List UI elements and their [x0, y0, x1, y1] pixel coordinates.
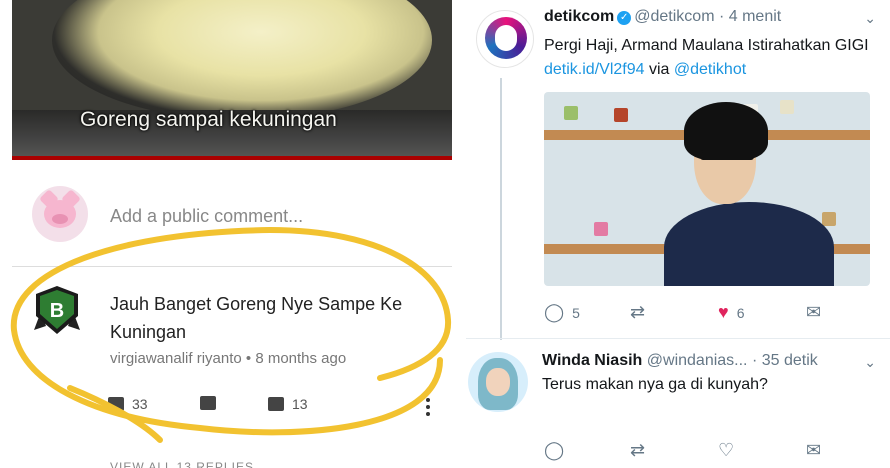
retweet-button[interactable]: ⇄	[630, 440, 645, 461]
comment-bubble-icon: ◯	[544, 440, 565, 460]
reply-count: 13	[292, 396, 308, 412]
comment-actions: 33 13	[108, 396, 438, 420]
chevron-down-icon[interactable]: ⌄	[864, 10, 876, 27]
tweet-image[interactable]	[544, 92, 870, 286]
verified-badge-icon: ✓	[617, 11, 632, 25]
view-replies-link[interactable]: VIEW ALL 13 REPLIES	[110, 460, 254, 468]
detikcom-avatar[interactable]	[476, 10, 534, 68]
like-comment-button[interactable]: 33	[108, 396, 148, 412]
more-vertical-icon[interactable]	[426, 398, 430, 416]
reply-author-handle[interactable]: @windanias...	[647, 352, 748, 369]
divider	[466, 338, 890, 339]
panel-separator	[452, 0, 466, 468]
reply-actions: ◯ ⇄ ♡ ✉	[544, 440, 874, 462]
tweet-main-text: Pergi Haji, Armand Maulana Istirahatkan …	[544, 37, 869, 54]
retweet-icon: ⇄	[630, 302, 646, 322]
comment-meta: virgiawanalif riyanto • 8 months ago	[110, 350, 347, 367]
tweet-text: Pergi Haji, Armand Maulana Istirahatkan …	[544, 34, 874, 82]
thumbs-up-icon	[108, 397, 124, 411]
reply-header: Winda Niasih @windanias... · 35 detik	[542, 352, 818, 370]
dm-button[interactable]: ✉	[806, 302, 821, 323]
reply-author-name[interactable]: Winda Niasih	[542, 352, 642, 369]
screenshot-collage: Goreng sampai kekuningan Add a public co…	[0, 0, 890, 468]
retweet-icon: ⇄	[630, 440, 646, 460]
comment-text: Jauh Banget Goreng Nye Sampe Ke Kuningan	[110, 294, 403, 342]
shield-logo-icon: B	[34, 286, 80, 334]
retweet-button[interactable]: ⇄	[630, 302, 645, 323]
svg-text:B: B	[50, 300, 64, 322]
reply-comment-button[interactable]: 13	[268, 396, 308, 412]
like-count: 33	[132, 396, 148, 412]
video-progress-bar[interactable]	[12, 156, 452, 160]
heart-icon: ♥	[718, 302, 729, 322]
youtube-panel: Goreng sampai kekuningan Add a public co…	[0, 0, 452, 468]
heart-outline-icon: ♡	[718, 440, 735, 460]
reply-count: 5	[572, 304, 580, 321]
add-comment-input[interactable]: Add a public comment...	[110, 206, 303, 227]
comment-bubble-icon: ◯	[544, 302, 565, 322]
thread-line	[500, 78, 502, 340]
reply-button[interactable]: ◯ 5	[544, 302, 580, 323]
winda-avatar[interactable]	[468, 352, 528, 412]
tweet-actions: ◯ 5 ⇄ ♥ 6 ✉	[544, 302, 874, 324]
like-button[interactable]: ♥ 6	[718, 302, 744, 323]
like-button[interactable]: ♡	[718, 440, 734, 461]
frying-pan-frame	[52, 0, 432, 120]
tweet-via-handle[interactable]: @detikhot	[674, 61, 746, 78]
tweet-time: · 4 menit	[718, 8, 782, 25]
thumbs-down-icon	[200, 396, 216, 410]
commenter-avatar[interactable]: B	[34, 286, 80, 336]
like-count: 6	[736, 304, 745, 321]
divider	[12, 266, 452, 267]
chevron-down-icon[interactable]: ⌄	[864, 354, 876, 371]
add-comment-row: Add a public comment...	[30, 186, 440, 246]
dislike-comment-button[interactable]	[200, 396, 216, 410]
tweet-author-handle[interactable]: @detikcom	[634, 8, 714, 25]
envelope-icon: ✉	[806, 302, 822, 322]
comment-icon	[268, 397, 284, 411]
tweet-via: via	[648, 61, 670, 78]
video-player[interactable]: Goreng sampai kekuningan	[12, 0, 452, 160]
tweet-header: detikcom ✓ @detikcom · 4 menit	[544, 8, 781, 26]
envelope-icon: ✉	[806, 440, 822, 460]
dm-button[interactable]: ✉	[806, 440, 821, 461]
tweet-link[interactable]: detik.id/Vl2f94	[544, 61, 645, 78]
tweet-author-name[interactable]: detikcom	[544, 8, 614, 25]
detik-logo-icon	[485, 17, 527, 59]
twitter-panel: detikcom ✓ @detikcom · 4 menit ⌄ Pergi Haj…	[466, 0, 890, 468]
reply-button[interactable]: ◯	[544, 440, 564, 461]
video-caption: Goreng sampai kekuningan	[80, 108, 337, 131]
user-avatar	[32, 186, 88, 242]
reply-time: · 35 detik	[751, 352, 818, 369]
reply-text: Terus makan nya ga di kunyah?	[542, 376, 768, 393]
